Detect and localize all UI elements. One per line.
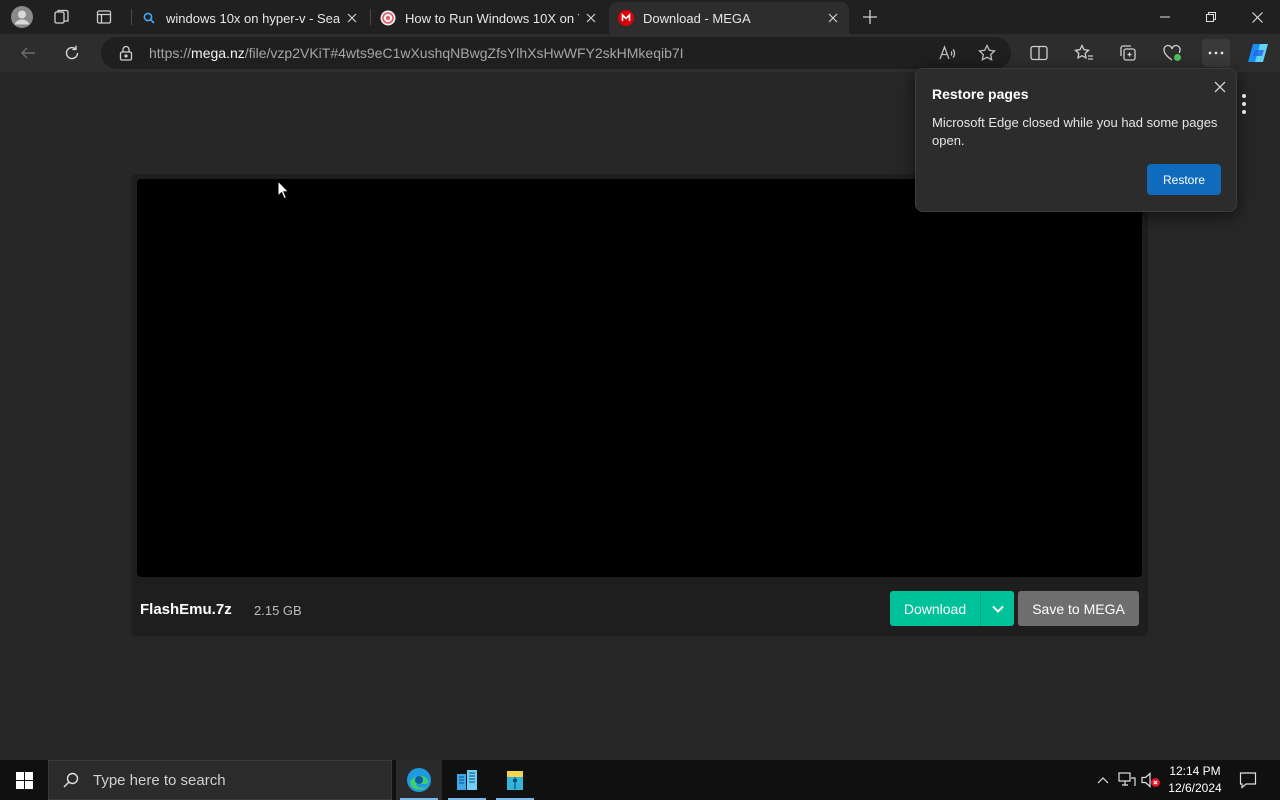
tab-mega-download[interactable]: Download - MEGA [609, 2, 849, 34]
browser-toolbar: https://mega.nz/file/vzp2VKiT#4wts9eC1wX… [0, 34, 1280, 72]
file-preview-card: FlashEmu.7z 2.15 GB Download Save to MEG… [131, 174, 1148, 636]
tab-close-icon[interactable] [821, 6, 845, 30]
clock-date: 12/6/2024 [1168, 781, 1222, 795]
tab-title: How to Run Windows 10X on Your [405, 10, 579, 26]
mega-logo-icon [618, 10, 634, 26]
back-button[interactable] [14, 39, 42, 67]
url-path: /file/vzp2VKiT#4wts9eC1wXushqNBwgZfsYlhX… [244, 45, 684, 61]
url-domain: mega.nz [191, 45, 245, 61]
file-preview-area [137, 179, 1142, 577]
url-protocol: https:// [149, 45, 192, 61]
address-bar[interactable]: https://mega.nz/file/vzp2VKiT#4wts9eC1wX… [101, 37, 1011, 69]
network-icon[interactable] [1117, 770, 1137, 790]
collections-icon[interactable] [1114, 39, 1142, 67]
close-icon[interactable] [1209, 76, 1231, 98]
taskbar-search-box[interactable]: Type here to search [48, 760, 392, 800]
tab-close-icon[interactable] [579, 6, 603, 30]
new-tab-icon[interactable] [858, 5, 882, 29]
taskbar-app-office[interactable] [444, 760, 490, 800]
taskbar-clock[interactable]: 12:14 PM 12/6/2024 [1162, 763, 1228, 797]
tab-search[interactable]: windows 10x on hyper-v - Search [132, 2, 368, 34]
action-center-notification-icon[interactable] [1238, 770, 1258, 790]
start-button-windows-icon[interactable] [0, 760, 48, 800]
search-placeholder: Type here to search [93, 771, 226, 789]
tab-close-icon[interactable] [340, 6, 364, 30]
url-text[interactable]: https://mega.nz/file/vzp2VKiT#4wts9eC1wX… [149, 45, 684, 61]
split-screen-icon[interactable] [1025, 39, 1053, 67]
download-button[interactable]: Download [890, 591, 980, 626]
site-favicon-icon [380, 10, 396, 26]
download-options-chevron-down-icon[interactable] [981, 591, 1014, 626]
read-aloud-icon[interactable] [937, 42, 959, 64]
volume-muted-icon[interactable] [1141, 770, 1161, 790]
favorite-star-icon[interactable] [976, 42, 998, 64]
edge-icon [406, 767, 432, 793]
tab-title: Download - MEGA [643, 10, 751, 26]
restore-popup-message: Microsoft Edge closed while you had some… [932, 115, 1218, 148]
file-name: FlashEmu.7z [140, 601, 232, 618]
taskbar-app-archive[interactable] [492, 760, 538, 800]
favorites-icon[interactable] [1070, 39, 1098, 67]
restore-window-button[interactable] [1188, 0, 1234, 34]
more-options-icon[interactable] [1238, 94, 1250, 114]
restore-popup-title: Restore pages [932, 86, 1029, 102]
download-button-group: Download [890, 591, 1014, 626]
tab-article[interactable]: How to Run Windows 10X on Your [371, 2, 607, 34]
tab-strip: windows 10x on hyper-v - Search How to R… [0, 0, 1280, 34]
vertical-tabs-icon[interactable] [92, 5, 116, 29]
lock-icon[interactable] [115, 42, 137, 64]
restore-button[interactable]: Restore [1147, 164, 1221, 195]
windows-taskbar: Type here to search 12:14 PM 12/6/2024 [0, 760, 1280, 800]
refresh-button[interactable] [58, 39, 86, 67]
mouse-cursor-icon [277, 180, 289, 200]
workspaces-icon[interactable] [50, 5, 74, 29]
taskbar-app-edge[interactable] [396, 760, 442, 800]
tab-title: windows 10x on hyper-v - Search [166, 10, 340, 26]
search-icon [63, 772, 79, 788]
restore-pages-popup: Restore pages Microsoft Edge closed whil… [915, 68, 1237, 212]
clock-time: 12:14 PM [1169, 764, 1221, 778]
browser-essentials-icon[interactable] [1158, 39, 1186, 67]
archive-app-icon [503, 768, 527, 792]
minimize-button[interactable] [1142, 0, 1188, 34]
copilot-icon[interactable] [1244, 39, 1272, 67]
buildings-app-icon [455, 768, 479, 792]
close-window-button[interactable] [1234, 0, 1280, 34]
search-icon [141, 10, 157, 26]
show-hidden-icons-chevron-up-icon[interactable] [1093, 770, 1113, 790]
settings-more-icon[interactable] [1202, 39, 1230, 67]
profile-avatar[interactable] [10, 5, 34, 29]
save-to-mega-button[interactable]: Save to MEGA [1018, 591, 1139, 626]
file-size: 2.15 GB [254, 603, 302, 618]
